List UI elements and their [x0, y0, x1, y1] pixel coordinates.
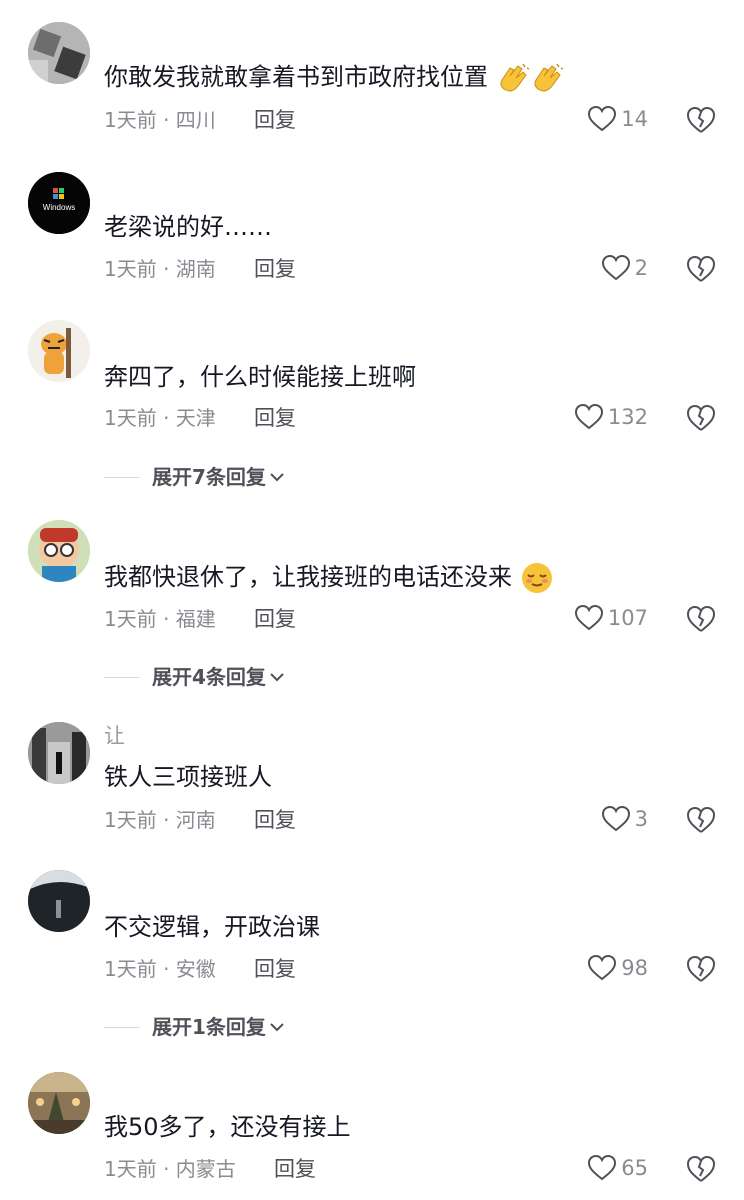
heart-icon — [588, 954, 617, 981]
like-button[interactable]: 98 — [587, 954, 648, 982]
reply-button[interactable]: 回复 — [254, 404, 296, 432]
reply-button[interactable]: 回复 — [254, 955, 296, 983]
avatar[interactable]: Windows — [28, 172, 90, 234]
reply-button[interactable]: 回复 — [274, 1155, 316, 1183]
reply-button[interactable]: 回复 — [254, 106, 296, 134]
reply-button[interactable]: 回复 — [254, 605, 296, 633]
avatar[interactable] — [28, 320, 90, 382]
reply-button[interactable]: 回复 — [254, 255, 296, 283]
heart-icon — [574, 403, 603, 430]
comment-text: 奔四了，什么时候能接上班啊 — [104, 363, 416, 391]
broken-heart-icon[interactable] — [686, 954, 716, 984]
like-count: 65 — [621, 1156, 648, 1180]
comment-text: 老梁说的好…… — [104, 213, 272, 241]
avatar[interactable] — [28, 870, 90, 932]
clap-emoji — [500, 63, 529, 92]
comment-text: 不交逻辑，开政治课 — [104, 913, 320, 941]
avatar[interactable] — [28, 722, 90, 784]
broken-heart-icon[interactable] — [686, 105, 716, 135]
comment-text: 我50多了，还没有接上 — [104, 1113, 351, 1141]
reply-button[interactable]: 回复 — [254, 806, 296, 834]
comment-text: 你敢发我就敢拿着书到市政府找位置 — [104, 60, 564, 94]
svg-text:Windows: Windows — [43, 203, 75, 212]
heart-icon — [588, 105, 617, 132]
like-count: 132 — [607, 405, 648, 429]
comment-meta: 1天前 · 天津 — [104, 406, 216, 430]
divider — [104, 676, 140, 678]
expand-replies-label: 展开7条回复 — [152, 465, 266, 489]
broken-heart-icon[interactable] — [686, 1154, 716, 1184]
comment-text: 我都快退休了，让我接班的电话还没来 — [104, 560, 554, 595]
comment-text-content: 你敢发我就敢拿着书到市政府找位置 — [104, 63, 488, 91]
expand-replies-label: 展开1条回复 — [152, 1015, 266, 1039]
divider — [104, 476, 140, 478]
like-button[interactable]: 132 — [574, 403, 648, 431]
comment-meta: 1天前 · 河南 — [104, 808, 216, 832]
heart-icon — [574, 604, 603, 631]
comment-meta: 1天前 · 湖南 — [104, 257, 216, 281]
heart-icon — [601, 805, 630, 832]
comment-meta: 1天前 · 内蒙古 — [104, 1157, 236, 1181]
like-count: 2 — [634, 256, 648, 280]
broken-heart-icon[interactable] — [686, 254, 716, 284]
avatar[interactable] — [28, 1072, 90, 1134]
comment-text: 铁人三项接班人 — [104, 763, 272, 791]
like-count: 14 — [621, 107, 648, 131]
expand-replies-button[interactable]: 展开1条回复 — [104, 1013, 286, 1041]
relieved-face-emoji — [521, 563, 552, 593]
comment-meta: 1天前 · 四川 — [104, 108, 216, 132]
broken-heart-icon[interactable] — [686, 805, 716, 835]
expand-replies-button[interactable]: 展开4条回复 — [104, 663, 286, 691]
expand-replies-label: 展开4条回复 — [152, 665, 266, 689]
like-button[interactable]: 2 — [601, 254, 648, 282]
like-button[interactable]: 3 — [601, 805, 648, 833]
like-button[interactable]: 14 — [587, 105, 648, 133]
heart-icon — [588, 1154, 617, 1181]
comment-text-content: 我都快退休了，让我接班的电话还没来 — [104, 563, 512, 591]
chevron-down-icon — [270, 473, 284, 482]
avatar[interactable] — [28, 520, 90, 582]
broken-heart-icon[interactable] — [686, 403, 716, 433]
divider — [104, 1026, 140, 1028]
chevron-down-icon — [270, 1023, 284, 1032]
avatar[interactable] — [28, 22, 90, 84]
like-count: 107 — [607, 606, 648, 630]
comment-meta: 1天前 · 安徽 — [104, 957, 216, 981]
comment-meta: 1天前 · 福建 — [104, 607, 216, 631]
like-count: 3 — [634, 807, 648, 831]
heart-icon — [601, 254, 630, 281]
like-count: 98 — [621, 956, 648, 980]
clap-emoji — [534, 63, 563, 92]
like-button[interactable]: 65 — [587, 1154, 648, 1182]
expand-replies-button[interactable]: 展开7条回复 — [104, 463, 286, 491]
like-button[interactable]: 107 — [574, 604, 648, 632]
comment-author[interactable]: 让 — [104, 724, 125, 748]
chevron-down-icon — [270, 673, 284, 682]
broken-heart-icon[interactable] — [686, 604, 716, 634]
